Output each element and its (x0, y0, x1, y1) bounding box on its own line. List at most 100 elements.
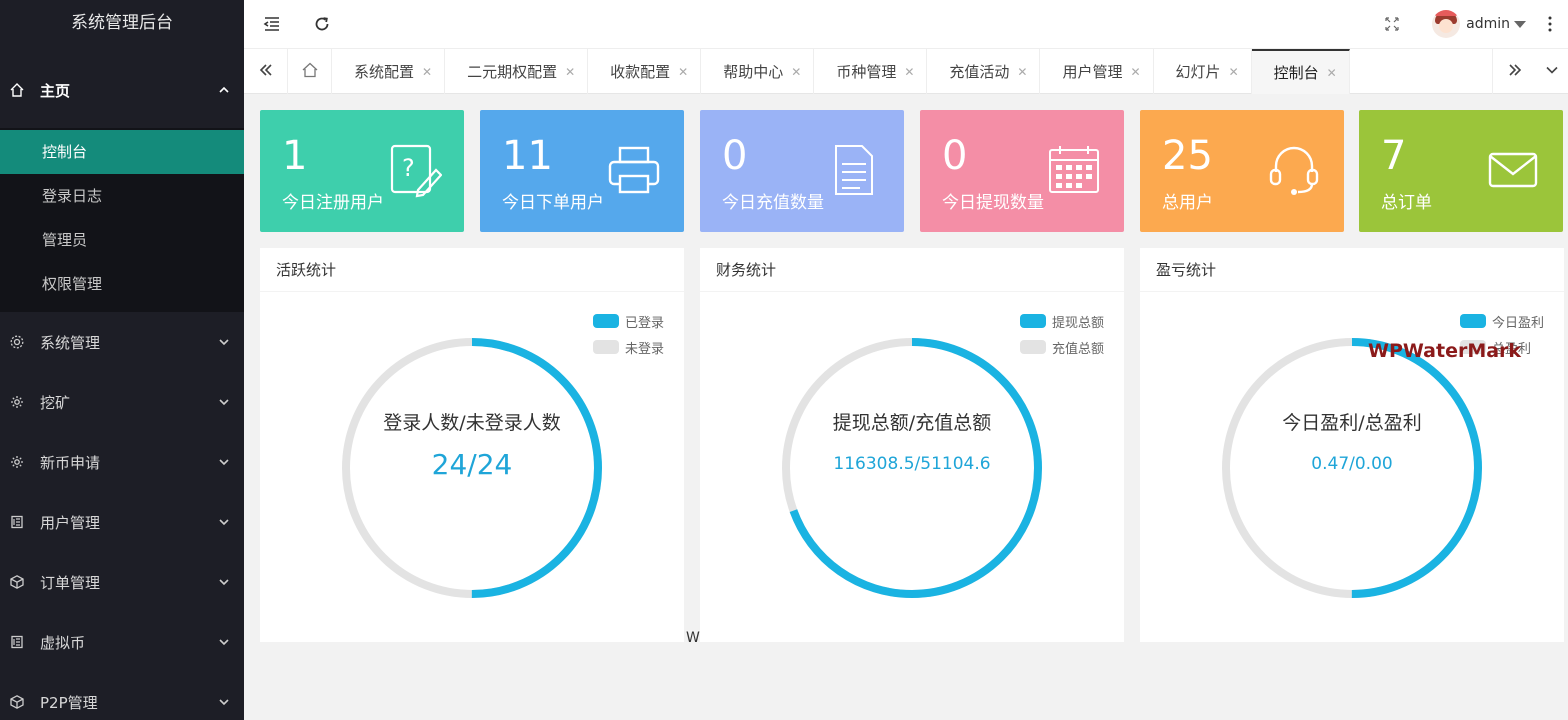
sidebar-item-label: 系统管理 (40, 333, 101, 352)
sidebar-item-mining[interactable]: 挖矿 (0, 372, 244, 432)
close-icon[interactable]: ✕ (1017, 65, 1027, 79)
sidebar-item-p2p[interactable]: P2P管理 (0, 672, 244, 720)
top-header: admin (244, 0, 1568, 48)
tabs-scroll-left[interactable] (244, 49, 288, 94)
close-icon[interactable]: ✕ (904, 65, 914, 79)
sidebar-item-admins[interactable]: 管理员 (0, 218, 244, 262)
stat-card-today-ordering-users[interactable]: 11 今日下单用户 (480, 110, 684, 232)
stat-value: 0 (722, 133, 748, 179)
chevron-down-icon (218, 696, 230, 708)
chevron-down-icon (1545, 62, 1559, 81)
close-icon[interactable]: ✕ (565, 65, 575, 79)
sidebar-item-permissions[interactable]: 权限管理 (0, 262, 244, 306)
stat-label: 总订单 (1381, 193, 1432, 213)
sidebar-group-home[interactable]: 主页 (0, 52, 244, 128)
fullscreen-icon[interactable] (1380, 12, 1404, 36)
headset-icon (1269, 146, 1319, 195)
stat-value: 1 (282, 133, 308, 179)
question-edit-icon: ? (390, 144, 442, 198)
tabs-bar: 系统配置 ✕ 二元期权配置 ✕ 收款配置 ✕ 帮助中心 ✕ 币种管理 ✕ 充值活动 ✕ 用户… (244, 48, 1568, 94)
tab-list: 系统配置 ✕ 二元期权配置 ✕ 收款配置 ✕ 帮助中心 ✕ 币种管理 ✕ 充值活动 ✕ 用户… (332, 49, 1350, 94)
sidebar-item-system[interactable]: 系统管理 (0, 312, 244, 372)
sidebar-item-label: 新币申请 (40, 453, 101, 472)
stat-card-today-withdraw-count[interactable]: 0 今日提现数量 (920, 110, 1124, 232)
sidebar-item-users[interactable]: 用户管理 (0, 492, 244, 552)
tab-label: 帮助中心 (723, 63, 784, 81)
stat-card-total-orders[interactable]: 7 总订单 (1359, 110, 1563, 232)
tabs-scroll-right[interactable] (1492, 49, 1536, 94)
sidebar-item-new-coin[interactable]: 新币申请 (0, 432, 244, 492)
legend-label: 提现总额 (1051, 315, 1104, 331)
tab-slides[interactable]: 幻灯片 ✕ (1154, 49, 1252, 94)
app-title: 系统管理后台 (71, 13, 173, 33)
stat-value: 0 (942, 133, 968, 179)
tab-label: 用户管理 (1062, 63, 1123, 81)
legend-swatch (1459, 314, 1486, 328)
close-icon[interactable]: ✕ (1130, 65, 1140, 79)
tab-user-management[interactable]: 用户管理 ✕ (1040, 49, 1154, 94)
avatar (1432, 10, 1461, 38)
calendar-icon (1049, 146, 1099, 193)
tab-home[interactable] (288, 49, 332, 94)
mail-icon (1488, 152, 1538, 188)
sidebar-item-orders[interactable]: 订单管理 (0, 552, 244, 612)
chart-center-title: 登录人数/未登录人数 (383, 412, 561, 434)
sidebar-item-login-log[interactable]: 登录日志 (0, 174, 244, 218)
more-icon[interactable] (1538, 12, 1562, 36)
tabs-dropdown[interactable] (1536, 49, 1568, 94)
stat-card-today-registered[interactable]: 1 今日注册用户 ? (260, 110, 464, 232)
sidebar-item-label: 虚拟币 (40, 633, 86, 652)
stat-card-total-users[interactable]: 25 总用户 (1140, 110, 1344, 232)
refresh-icon[interactable] (310, 12, 334, 36)
stat-value: 11 (502, 133, 553, 179)
sidebar-item-virtual-coin[interactable]: 虚拟币 (0, 612, 244, 672)
cog-icon (8, 453, 26, 471)
watermark-small: W (686, 630, 700, 646)
chevron-up-icon (218, 84, 230, 96)
stat-label: 今日充值数量 (722, 193, 824, 213)
tab-help-center[interactable]: 帮助中心 ✕ (701, 49, 815, 94)
stat-card-today-recharge-count[interactable]: 0 今日充值数量 (700, 110, 904, 232)
tab-label: 二元期权配置 (467, 63, 558, 81)
panel-activity: 活跃统计 已登录 未登录 登录人数/未登录人数 24/24 (260, 248, 684, 642)
chevron-down-icon (218, 516, 230, 528)
close-icon[interactable]: ✕ (678, 65, 688, 79)
legend-label: 今日盈利 (1491, 315, 1544, 331)
sidebar-item-console[interactable]: 控制台 (0, 130, 244, 174)
list-icon (8, 633, 26, 651)
chevron-down-icon (218, 576, 230, 588)
chart-center-title: 今日盈利/总盈利 (1282, 412, 1422, 434)
legend-swatch (592, 314, 619, 328)
close-icon[interactable]: ✕ (791, 65, 801, 79)
tab-system-config[interactable]: 系统配置 ✕ (332, 49, 446, 94)
sidebar-item-label: 订单管理 (40, 573, 101, 592)
chart-center-value: 24/24 (431, 448, 513, 481)
legend-label: 充值总额 (1051, 341, 1104, 357)
caret-down-icon (1514, 20, 1526, 28)
panel-finance: 财务统计 提现总额 充值总额 提现总额/充值总额 116308.5/51104.… (700, 248, 1124, 642)
tab-currency[interactable]: 币种管理 ✕ (814, 49, 928, 94)
tab-binary-options[interactable]: 二元期权配置 ✕ (445, 49, 589, 94)
printer-icon (608, 146, 660, 194)
sidebar-item-label: 用户管理 (40, 513, 101, 532)
tab-label: 充值活动 (949, 63, 1010, 81)
chevron-down-icon (218, 396, 230, 408)
panel-title: 盈亏统计 (1140, 248, 1564, 292)
close-icon[interactable]: ✕ (422, 65, 432, 79)
close-icon[interactable]: ✕ (1229, 65, 1239, 79)
cog-icon (8, 393, 26, 411)
user-menu[interactable]: admin (1432, 8, 1526, 40)
list-icon (8, 513, 26, 531)
watermark: WPWaterMark (1368, 340, 1522, 362)
legend-label: 已登录 (624, 315, 664, 331)
tab-recharge-activity[interactable]: 充值活动 ✕ (927, 49, 1041, 94)
document-icon (835, 145, 873, 195)
close-icon[interactable]: ✕ (1327, 66, 1337, 80)
cube-icon (8, 573, 26, 591)
menu-fold-icon[interactable] (260, 12, 284, 36)
tab-payment-config[interactable]: 收款配置 ✕ (588, 49, 702, 94)
gear-icon (8, 333, 26, 351)
stat-value: 7 (1381, 133, 1407, 179)
tab-console[interactable]: 控制台 ✕ (1251, 49, 1350, 94)
username: admin (1466, 16, 1510, 32)
